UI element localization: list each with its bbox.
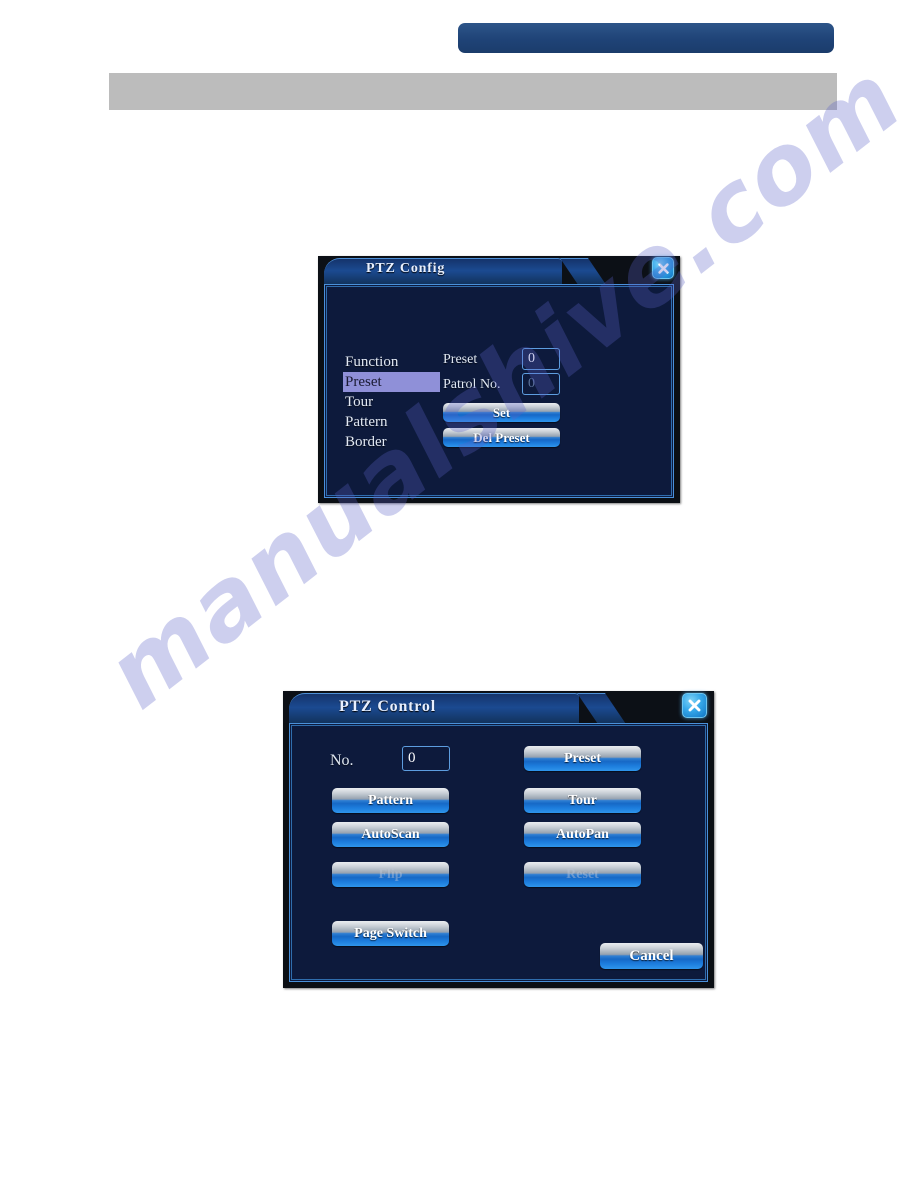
patrol-no-input[interactable]: 0 <box>522 373 560 395</box>
menu-item-label: Preset <box>345 373 382 390</box>
pattern-button[interactable]: Pattern <box>332 788 449 813</box>
preset-button-label: Preset <box>563 750 602 766</box>
ptz-config-titlebar: PTZ Config <box>318 256 680 285</box>
page-switch-button-label: Page Switch <box>354 925 427 941</box>
page-switch-button[interactable]: Page Switch <box>332 921 449 946</box>
autopan-button[interactable]: AutoPan <box>524 822 641 847</box>
close-icon[interactable] <box>652 257 674 279</box>
ptz-config-body: Function Preset Tour Pattern Border Pres… <box>324 284 674 498</box>
del-preset-button-label: Del Preset <box>473 429 530 445</box>
menu-item-label: Tour <box>345 393 374 410</box>
ptz-config-title: PTZ Config <box>366 261 446 276</box>
close-icon[interactable] <box>682 693 707 718</box>
autoscan-button-label: AutoScan <box>361 826 420 842</box>
ptz-control-body: No. 0 Preset Pattern Tour AutoScan AutoP… <box>289 723 708 982</box>
menu-item-label: Function <box>345 353 399 370</box>
menu-item-preset[interactable]: Preset <box>343 372 440 392</box>
menu-item-pattern[interactable]: Pattern <box>343 412 440 432</box>
header-blue-bar <box>458 23 834 53</box>
pattern-button-label: Pattern <box>367 792 414 808</box>
menu-item-function[interactable]: Function <box>343 352 440 372</box>
flip-button: Flip <box>332 862 449 887</box>
set-button-label: Set <box>492 404 511 420</box>
menu-item-label: Pattern <box>345 413 388 430</box>
autopan-button-label: AutoPan <box>556 826 609 842</box>
autoscan-button[interactable]: AutoScan <box>332 822 449 847</box>
preset-button[interactable]: Preset <box>524 746 641 771</box>
no-field-label: No. <box>330 752 354 769</box>
cancel-button[interactable]: Cancel <box>600 943 703 969</box>
menu-item-tour[interactable]: Tour <box>343 392 440 412</box>
tour-button[interactable]: Tour <box>524 788 641 813</box>
header-gray-bar <box>109 73 837 110</box>
preset-input[interactable]: 0 <box>522 348 560 370</box>
reset-button-label: Reset <box>566 866 599 882</box>
menu-item-label: Border <box>345 433 387 450</box>
ptz-control-title: PTZ Control <box>339 698 436 715</box>
reset-button: Reset <box>524 862 641 887</box>
cancel-button-label: Cancel <box>629 947 674 964</box>
ptz-config-dialog: PTZ Config Function Preset Tour Pattern … <box>318 256 680 503</box>
patrol-no-field-label: Patrol No. <box>443 377 501 392</box>
del-preset-button[interactable]: Del Preset <box>443 428 560 447</box>
no-input[interactable]: 0 <box>402 746 450 771</box>
preset-field-label: Preset <box>443 352 478 367</box>
flip-button-label: Flip <box>378 866 403 882</box>
menu-item-border[interactable]: Border <box>343 432 440 452</box>
tour-button-label: Tour <box>567 792 598 808</box>
ptz-control-dialog: PTZ Control No. 0 Preset Pattern Tour Au… <box>283 691 714 988</box>
ptz-control-titlebar: PTZ Control <box>283 691 714 724</box>
set-button[interactable]: Set <box>443 403 560 422</box>
